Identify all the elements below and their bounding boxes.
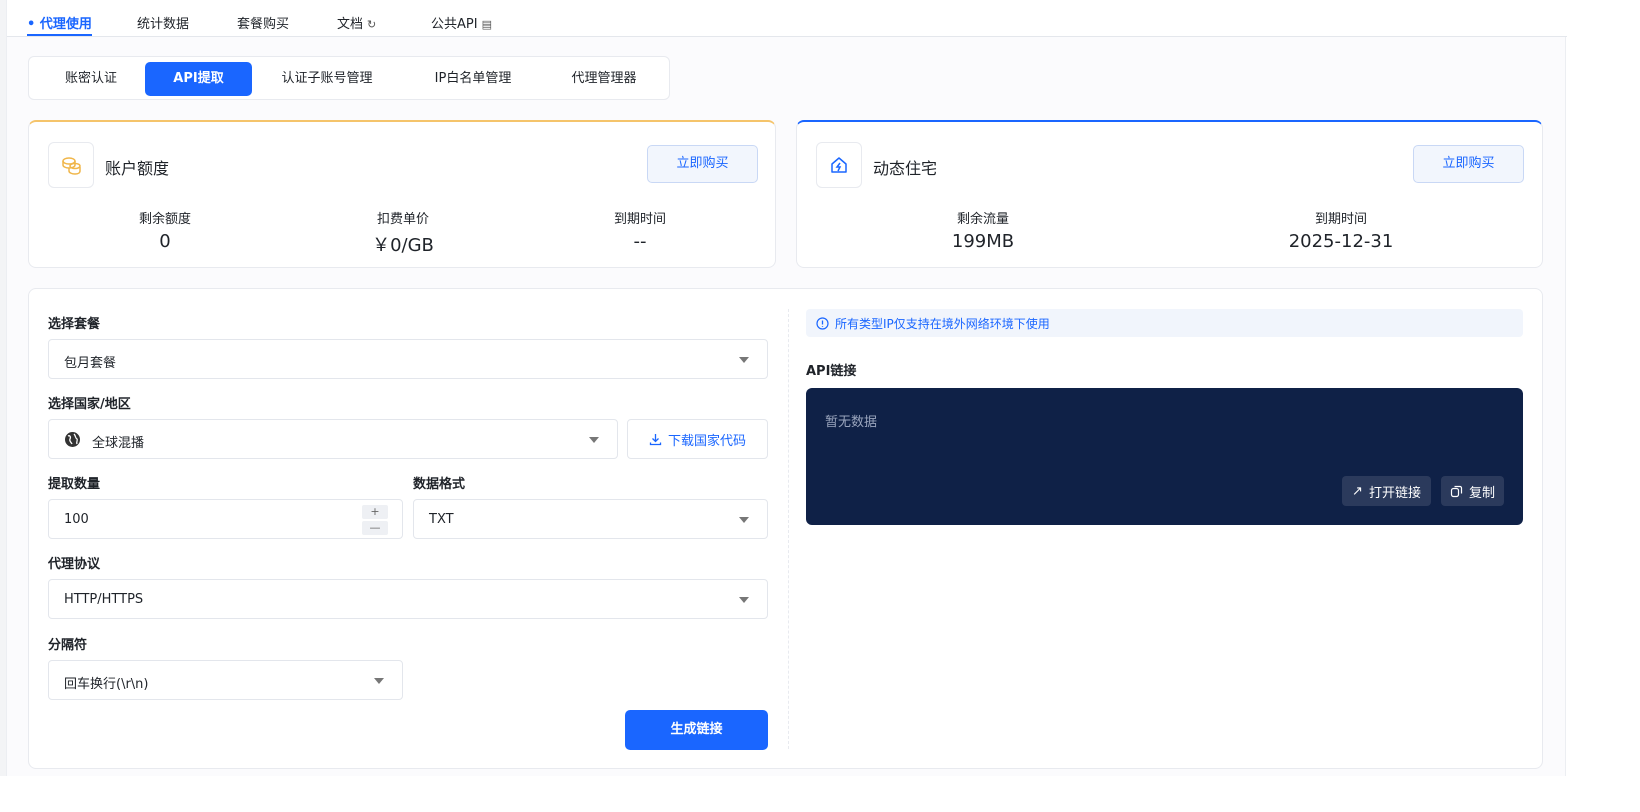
country-label: 选择国家/地区 bbox=[48, 397, 131, 412]
nav-docs[interactable]: 文档 ↻ bbox=[337, 13, 376, 35]
stat-unit-price: 扣费单价 ￥0/GB bbox=[303, 208, 503, 257]
notice-text: 所有类型IP仅支持在境外网络环境下使用 bbox=[835, 316, 1050, 331]
stat-value: 2025-12-31 bbox=[1288, 231, 1394, 252]
open-link-label: 打开链接 bbox=[1368, 485, 1421, 501]
stat-value: -- bbox=[633, 231, 647, 252]
nav-statistics[interactable]: 统计数据 bbox=[137, 13, 189, 35]
protocol-value: HTTP/HTTPS bbox=[64, 592, 144, 607]
open-link-button[interactable]: ↗ 打开链接 bbox=[1342, 476, 1431, 506]
separator-value: 回车换行(\r\n) bbox=[64, 677, 149, 692]
package-select[interactable]: 包月套餐 bbox=[48, 339, 768, 379]
api-extract-panel: 选择套餐 包月套餐 选择国家/地区 全球混播 下载国家代码 提取数量 100 +… bbox=[28, 288, 1543, 769]
country-select[interactable]: 全球混播 bbox=[48, 419, 618, 459]
nav-proxy-usage[interactable]: • 代理使用 bbox=[27, 13, 92, 36]
stat-value: 199MB bbox=[951, 231, 1015, 252]
format-select[interactable]: TXT bbox=[413, 499, 768, 539]
house-icon bbox=[816, 142, 862, 188]
download-country-code-button[interactable]: 下载国家代码 bbox=[627, 419, 768, 459]
package-value: 包月套餐 bbox=[64, 356, 117, 371]
separator-label: 分隔符 bbox=[48, 638, 88, 653]
api-link-box: 暂无数据 ↗ 打开链接 复制 bbox=[806, 388, 1523, 525]
quantity-value: 100 bbox=[64, 512, 89, 527]
format-value: TXT bbox=[429, 512, 454, 527]
download-icon bbox=[649, 433, 662, 445]
coins-icon bbox=[48, 142, 94, 188]
copy-icon bbox=[1450, 485, 1463, 497]
dynamic-residential-title: 动态住宅 bbox=[873, 159, 938, 178]
copy-button[interactable]: 复制 bbox=[1441, 476, 1504, 506]
stat-expiry: 到期时间 2025-12-31 bbox=[1241, 208, 1441, 252]
api-link-label: API链接 bbox=[806, 364, 857, 379]
tab-sub-account[interactable]: 认证子账号管理 bbox=[262, 62, 392, 96]
separator-select[interactable]: 回车换行(\r\n) bbox=[48, 660, 403, 700]
protocol-select[interactable]: HTTP/HTTPS bbox=[48, 579, 768, 619]
external-link-icon: ↻ bbox=[367, 18, 377, 31]
decrement-icon[interactable]: — bbox=[362, 521, 388, 535]
stat-label: 到期时间 bbox=[613, 212, 666, 227]
stat-label: 剩余额度 bbox=[138, 212, 191, 227]
page-frame: • 代理使用 统计数据 套餐购买 文档 ↻ 公共API ▤ 账密认证 API提取 认… bbox=[6, 0, 1567, 776]
stat-remaining-quota: 剩余额度 0 bbox=[65, 208, 265, 252]
tab-password-auth[interactable]: 账密认证 bbox=[37, 62, 145, 96]
nav-docs-label: 文档 bbox=[337, 17, 364, 32]
account-quota-card: 账户额度 立即购买 剩余额度 0 扣费单价 ￥0/GB 到期时间 -- bbox=[28, 120, 776, 268]
sub-tabs: 账密认证 API提取 认证子账号管理 IP白名单管理 代理管理器 bbox=[28, 56, 670, 100]
dynamic-residential-card: 动态住宅 立即购买 剩余流量 199MB 到期时间 2025-12-31 bbox=[796, 120, 1543, 268]
stat-value: 0 bbox=[159, 231, 171, 252]
stat-value: ￥0/GB bbox=[372, 235, 434, 256]
caret-down-icon bbox=[739, 597, 749, 603]
buy-now-button[interactable]: 立即购买 bbox=[647, 145, 758, 183]
caret-down-icon bbox=[589, 437, 599, 443]
quantity-label: 提取数量 bbox=[48, 477, 101, 492]
generate-link-button[interactable]: 生成链接 bbox=[625, 710, 768, 750]
nav-package-purchase[interactable]: 套餐购买 bbox=[237, 13, 289, 35]
increment-icon[interactable]: + bbox=[362, 505, 388, 519]
stat-label: 扣费单价 bbox=[376, 212, 429, 227]
caret-down-icon bbox=[739, 517, 749, 523]
document-icon: ▤ bbox=[481, 18, 492, 31]
globe-icon bbox=[65, 432, 80, 447]
caret-down-icon bbox=[374, 678, 384, 684]
tab-api-extract[interactable]: API提取 bbox=[145, 62, 252, 96]
format-label: 数据格式 bbox=[413, 477, 466, 492]
top-nav: • 代理使用 统计数据 套餐购买 文档 ↻ 公共API ▤ bbox=[7, 0, 1567, 37]
country-value: 全球混播 bbox=[92, 436, 145, 451]
copy-label: 复制 bbox=[1468, 485, 1495, 501]
nav-public-api[interactable]: 公共API ▤ bbox=[431, 13, 492, 35]
page-bottom bbox=[0, 776, 1640, 812]
tab-proxy-manager[interactable]: 代理管理器 bbox=[549, 62, 659, 96]
stat-expiry: 到期时间 -- bbox=[540, 208, 740, 252]
download-country-code-label: 下载国家代码 bbox=[667, 433, 746, 449]
stat-remaining-traffic: 剩余流量 199MB bbox=[883, 208, 1083, 252]
tab-ip-whitelist[interactable]: IP白名单管理 bbox=[414, 62, 532, 96]
account-quota-title: 账户额度 bbox=[105, 159, 170, 178]
notice-banner: 所有类型IP仅支持在境外网络环境下使用 bbox=[806, 309, 1523, 337]
protocol-label: 代理协议 bbox=[48, 557, 101, 572]
info-icon bbox=[816, 316, 829, 330]
stat-label: 剩余流量 bbox=[956, 212, 1009, 227]
panel-divider bbox=[788, 309, 789, 749]
caret-down-icon bbox=[739, 357, 749, 363]
nav-public-api-label: 公共API bbox=[431, 17, 478, 32]
arrow-up-right-icon: ↗ bbox=[1352, 483, 1363, 499]
stat-label: 到期时间 bbox=[1314, 212, 1367, 227]
api-empty-text: 暂无数据 bbox=[825, 415, 878, 430]
package-label: 选择套餐 bbox=[48, 317, 101, 332]
buy-now-button[interactable]: 立即购买 bbox=[1413, 145, 1524, 183]
quantity-input[interactable]: 100 + — bbox=[48, 499, 403, 539]
